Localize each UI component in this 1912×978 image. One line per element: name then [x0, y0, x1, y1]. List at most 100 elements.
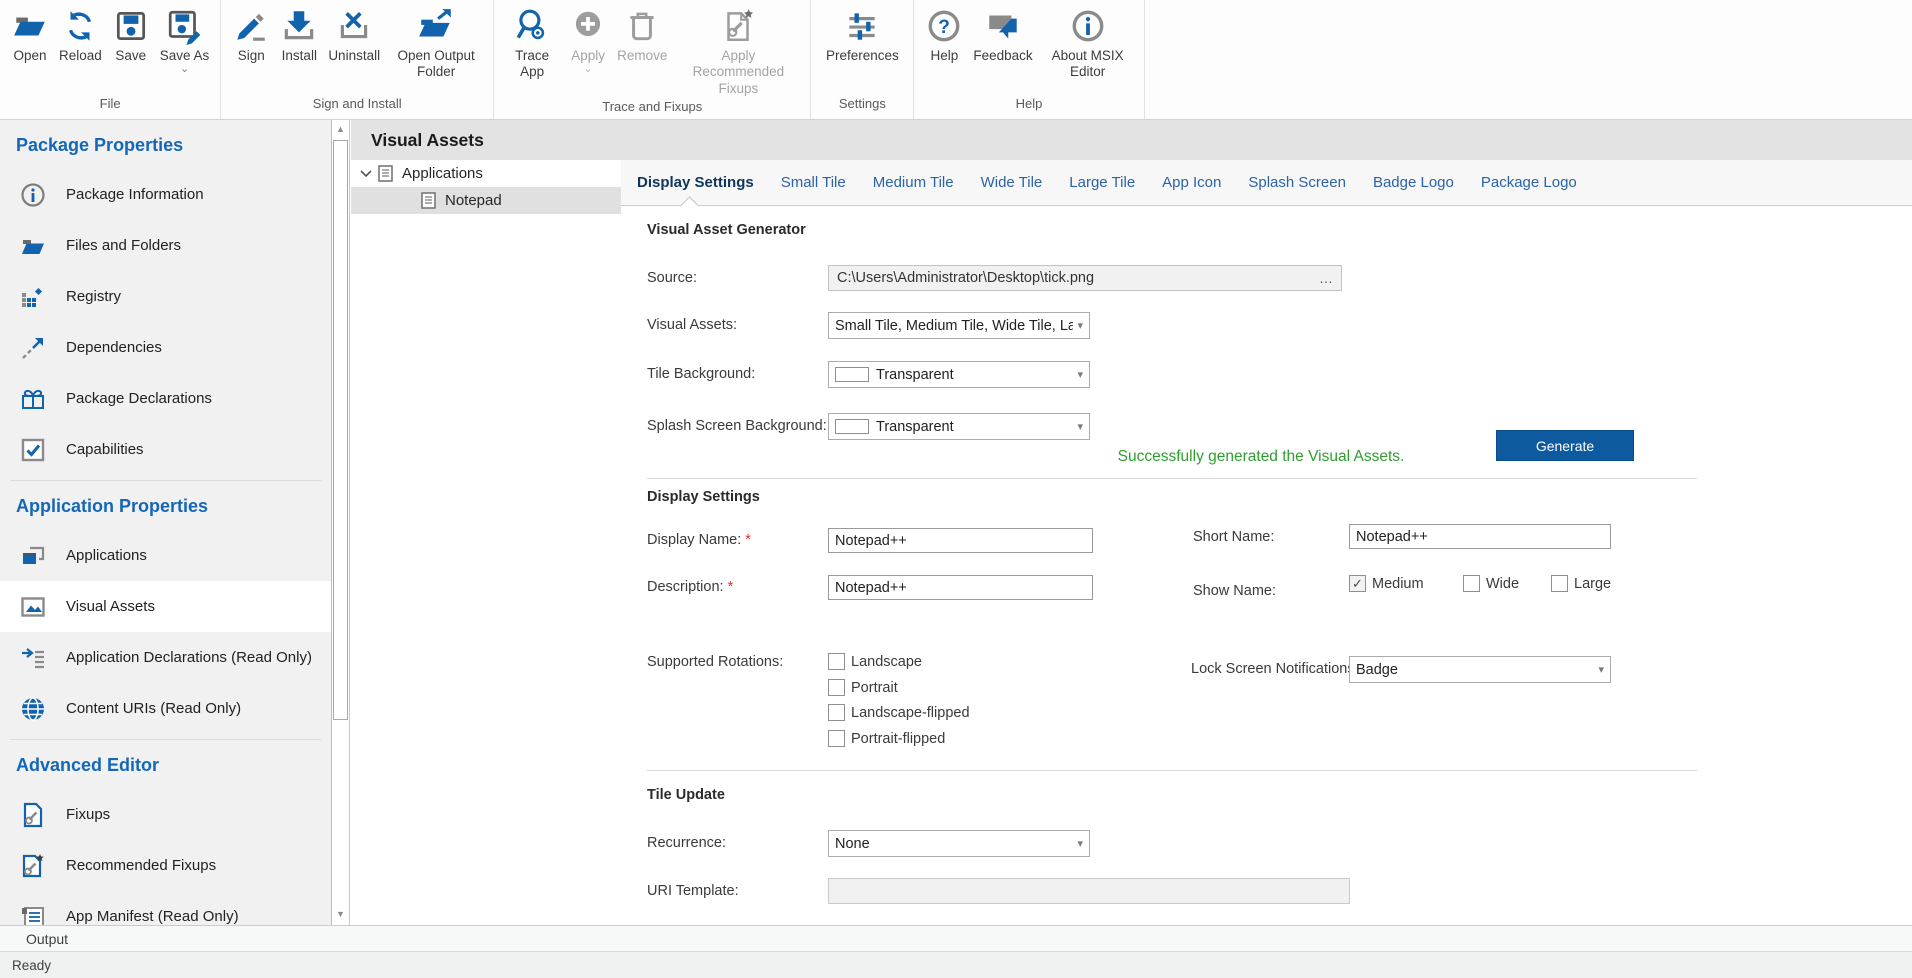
checkbox-medium[interactable] [1349, 575, 1366, 592]
scroll-down-arrow-icon[interactable]: ▼ [332, 909, 349, 919]
sidebar-item-application-declarations[interactable]: Application Declarations (Read Only) [0, 632, 331, 683]
open-button[interactable]: Open [11, 7, 49, 64]
uri-template-field[interactable] [828, 878, 1350, 904]
reload-button[interactable]: Reload [59, 7, 102, 64]
apply-button[interactable]: Apply ⌄ [569, 7, 607, 73]
show-name-medium: Medium [1349, 575, 1424, 592]
checkbox-large[interactable] [1551, 575, 1568, 592]
save-as-dropdown-chevron[interactable]: ⌄ [180, 65, 189, 73]
toolbar-group-label-trace-fixups: Trace and Fixups [500, 97, 804, 122]
description-label: Description:* [647, 574, 733, 601]
dropdown-chevron-icon: ▾ [1077, 319, 1083, 332]
splash-background-label: Splash Screen Background: [647, 413, 827, 440]
trace-app-button[interactable]: Trace App [505, 7, 559, 81]
save-button[interactable]: Save [112, 7, 150, 64]
tab-splash-screen[interactable]: Splash Screen [1248, 174, 1346, 191]
navigation-sidebar: Package Properties Package Information F… [0, 120, 331, 925]
tab-wide-tile[interactable]: Wide Tile [981, 174, 1043, 191]
sidebar-item-label: Package Information [66, 186, 204, 203]
recurrence-dropdown[interactable]: None ▾ [828, 830, 1090, 857]
preferences-sliders-icon [843, 7, 881, 45]
apply-recommended-fixups-button[interactable]: Apply Recommended Fixups [677, 7, 799, 97]
svg-text:?: ? [939, 17, 951, 38]
sidebar-item-content-uris[interactable]: Content URIs (Read Only) [0, 683, 331, 734]
scrollbar-thumb[interactable] [333, 140, 348, 720]
browse-ellipsis-button[interactable]: … [1313, 270, 1333, 286]
sidebar-item-recommended-fixups[interactable]: Recommended Fixups [0, 840, 331, 891]
visual-assets-dropdown[interactable]: Small Tile, Medium Tile, Wide Tile, Larg… [828, 312, 1090, 339]
chevron-down-icon[interactable] [359, 167, 373, 181]
sign-button[interactable]: Sign [232, 7, 270, 64]
source-field[interactable]: C:\Users\Administrator\Desktop\tick.png … [828, 265, 1342, 291]
tab-badge-logo[interactable]: Badge Logo [1373, 174, 1454, 191]
save-icon [112, 7, 150, 45]
tab-large-tile[interactable]: Large Tile [1069, 174, 1135, 191]
checkbox-landscape[interactable] [828, 653, 845, 670]
generate-button[interactable]: Generate [1496, 430, 1634, 461]
short-name-label: Short Name: [1193, 524, 1274, 551]
sidebar-item-registry[interactable]: Registry [0, 271, 331, 322]
dependencies-arrow-icon [20, 335, 46, 361]
tree-node-applications[interactable]: Applications [351, 160, 621, 187]
rotation-portrait-flipped: Portrait-flipped [828, 730, 945, 747]
apply-dropdown-chevron[interactable]: ⌄ [583, 65, 592, 73]
sidebar-item-app-manifest[interactable]: App Manifest (Read Only) [0, 891, 331, 925]
install-button[interactable]: Install [280, 7, 318, 64]
rotation-landscape: Landscape [828, 653, 922, 670]
tile-background-dropdown[interactable]: Transparent ▾ [828, 361, 1090, 388]
scroll-up-arrow-icon[interactable]: ▲ [332, 124, 349, 134]
checkbox-wide[interactable] [1463, 575, 1480, 592]
section-divider [647, 770, 1697, 771]
tree-node-notepad[interactable]: Notepad [351, 187, 621, 214]
sidebar-item-files-and-folders[interactable]: Files and Folders [0, 220, 331, 271]
tab-app-icon[interactable]: App Icon [1162, 174, 1221, 191]
dropdown-chevron-icon: ▾ [1077, 420, 1083, 433]
description-input[interactable] [828, 575, 1093, 600]
rotation-portrait: Portrait [828, 679, 898, 696]
splash-background-dropdown[interactable]: Transparent ▾ [828, 413, 1090, 440]
sidebar-scrollbar[interactable]: ▲ ▼ [331, 120, 350, 925]
help-button[interactable]: ? Help [925, 7, 963, 64]
checkbox-landscape-flipped[interactable] [828, 704, 845, 721]
app-manifest-icon [20, 904, 46, 926]
display-settings-content: Visual Asset Generator Source: C:\Users\… [621, 206, 1912, 925]
display-name-input[interactable] [828, 528, 1093, 553]
sidebar-item-applications[interactable]: Applications [0, 530, 331, 581]
toolbar-group-file: Open Reload Save Save As ⌄ File [0, 0, 221, 119]
tab-medium-tile[interactable]: Medium Tile [873, 174, 954, 191]
recurrence-label: Recurrence: [647, 830, 726, 857]
output-panel-header[interactable]: Output [0, 925, 1912, 951]
sidebar-item-dependencies[interactable]: Dependencies [0, 322, 331, 373]
sidebar-item-visual-assets[interactable]: Visual Assets [0, 581, 331, 632]
tab-display-settings[interactable]: Display Settings [637, 174, 754, 191]
short-name-input[interactable] [1349, 524, 1611, 549]
remove-button[interactable]: Remove [617, 7, 667, 64]
feedback-button[interactable]: Feedback [973, 7, 1032, 64]
tab-small-tile[interactable]: Small Tile [781, 174, 846, 191]
lock-screen-notifications-dropdown[interactable]: Badge ▾ [1349, 656, 1611, 683]
checkbox-portrait-flipped[interactable] [828, 730, 845, 747]
sidebar-item-package-information[interactable]: Package Information [0, 169, 331, 220]
sidebar-section-divider: Advanced Editor [10, 739, 321, 789]
toolbar-group-label-sign-install: Sign and Install [227, 94, 487, 119]
sidebar-item-package-declarations[interactable]: Package Declarations [0, 373, 331, 424]
tab-package-logo[interactable]: Package Logo [1481, 174, 1577, 191]
sidebar-item-fixups[interactable]: Fixups [0, 789, 331, 840]
save-as-button[interactable]: Save As ⌄ [160, 7, 210, 73]
document-icon [421, 192, 436, 209]
sidebar-section-divider: Application Properties [10, 480, 321, 530]
sign-pencil-icon [232, 7, 270, 45]
uninstall-button[interactable]: Uninstall [328, 7, 380, 64]
help-icon: ? [925, 7, 963, 45]
open-output-folder-button[interactable]: Open Output Folder [390, 7, 482, 81]
rotation-landscape-flipped: Landscape-flipped [828, 704, 970, 721]
sidebar-item-capabilities[interactable]: Capabilities [0, 424, 331, 475]
checkbox-portrait[interactable] [828, 679, 845, 696]
about-msix-editor-button[interactable]: About MSIX Editor [1043, 7, 1133, 81]
globe-icon [20, 696, 46, 722]
sidebar-item-label: Application Declarations (Read Only) [66, 649, 312, 666]
about-info-icon [1069, 7, 1107, 45]
reload-icon [61, 7, 99, 45]
toolbar-group-label-help: Help [920, 94, 1137, 119]
preferences-button[interactable]: Preferences [822, 7, 902, 64]
